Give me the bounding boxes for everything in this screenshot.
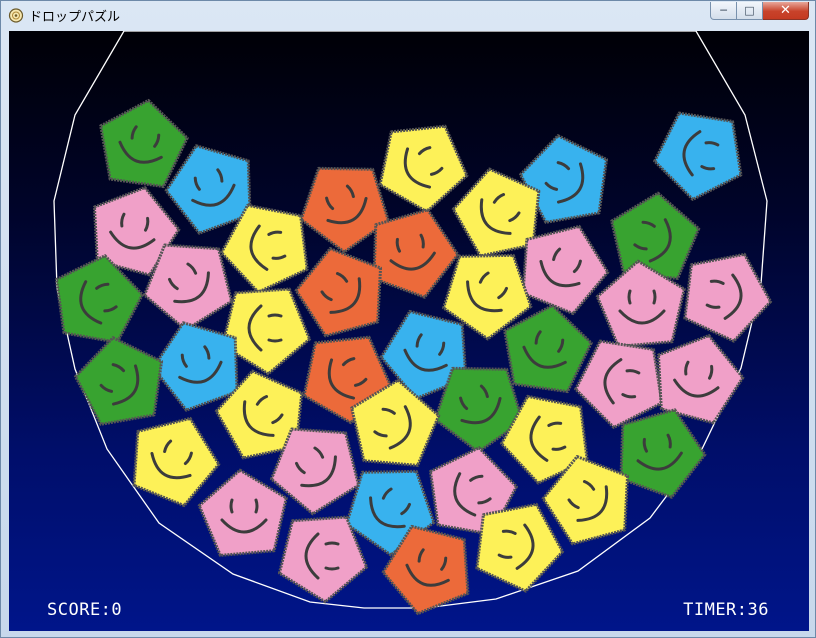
pieces-layer bbox=[54, 91, 773, 616]
minimize-icon: ─ bbox=[720, 4, 727, 17]
drop-piece-blue[interactable] bbox=[643, 91, 764, 212]
game-board[interactable] bbox=[9, 31, 809, 631]
app-icon bbox=[8, 8, 24, 23]
maximize-button[interactable]: □ bbox=[737, 2, 763, 20]
window-controls: ─ □ ✕ bbox=[710, 2, 809, 21]
maximize-icon: □ bbox=[744, 4, 755, 17]
minimize-button[interactable]: ─ bbox=[710, 2, 737, 20]
score-display: SCORE:0 bbox=[47, 600, 123, 620]
app-window: ドロップパズル ─ □ ✕ SCORE:0 TIMER:36 bbox=[0, 0, 816, 638]
timer-display: TIMER:36 bbox=[683, 600, 769, 620]
game-canvas[interactable]: SCORE:0 TIMER:36 bbox=[9, 31, 809, 631]
window-title: ドロップパズル bbox=[29, 10, 121, 25]
close-icon: ✕ bbox=[780, 3, 791, 18]
drop-piece-green[interactable] bbox=[607, 189, 701, 280]
drop-piece-green[interactable] bbox=[70, 330, 171, 427]
close-button[interactable]: ✕ bbox=[763, 2, 809, 20]
title-bar[interactable]: ドロップパズル ─ □ ✕ bbox=[1, 1, 815, 29]
